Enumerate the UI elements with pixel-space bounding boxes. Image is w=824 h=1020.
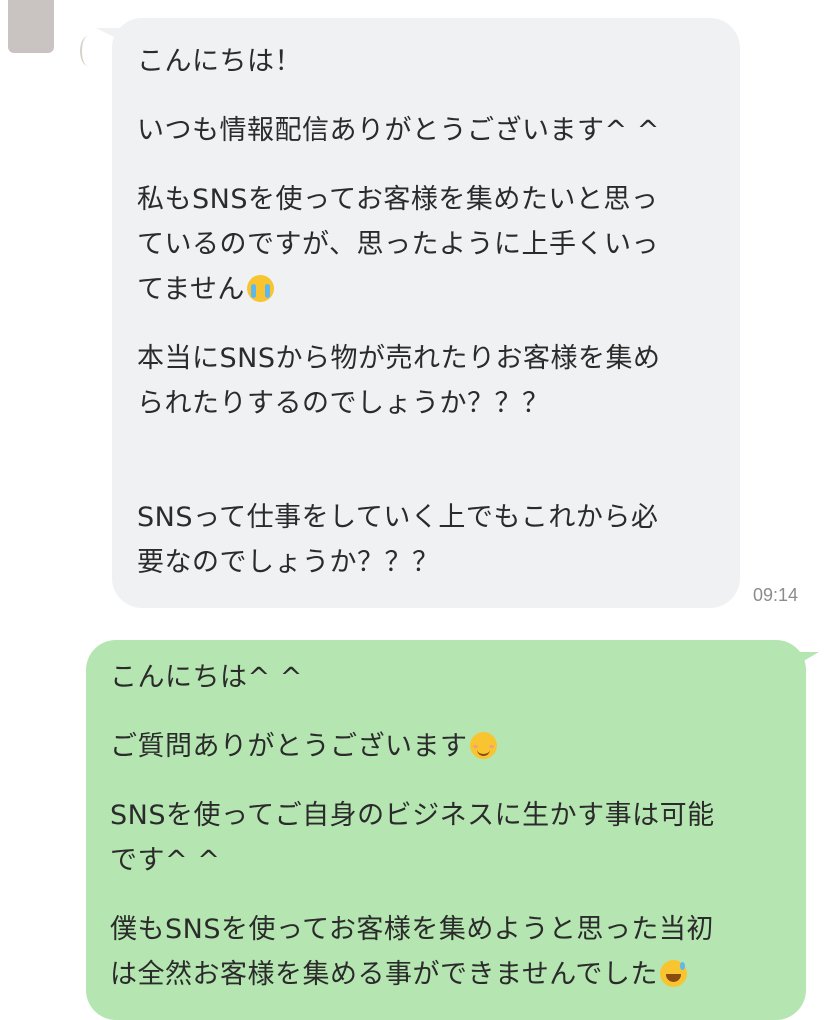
message-text: は全然お客様を集める事ができませんでした [110,959,658,990]
grinning-sweat-emoji [659,960,687,987]
message-text: ご質問ありがとうございます [110,731,468,762]
message-line: ているのですが、思ったように上手くいっ [137,229,659,260]
smiling-face-emoji [469,732,497,759]
message-line: です^ ^ [110,845,221,876]
message-line: こんにちは！ [137,46,302,77]
message-line-with-emoji: ご質問ありがとうございます [110,724,786,769]
message-line-with-emoji: てません [137,267,720,312]
message-line: られたりするのでしょうか？？？ [137,388,550,419]
loudly-crying-face-emoji [246,275,274,302]
message-line: SNSって仕事をしていく上でもこれから必 [137,502,659,533]
outgoing-message-bubble[interactable]: こんにちは^ ^ ご質問ありがとうございます SNSを使ってご自身のビジネスに生… [86,640,806,1020]
incoming-message-bubble[interactable]: こんにちは！ いつも情報配信ありがとうございます^ ^ 私もSNSを使ってお客様… [112,18,740,608]
message-line: SNSを使ってご自身のビジネスに生かす事は可能 [110,800,715,831]
message-line: 本当にSNSから物が売れたりお客様を集め [137,343,661,374]
message-line: 私もSNSを使ってお客様を集めたいと思っ [137,184,659,215]
message-line: こんにちは^ ^ [110,662,303,693]
message-line-with-emoji: は全然お客様を集める事ができませんでした [110,952,786,997]
message-line: いつも情報配信ありがとうございます^ ^ [137,115,660,146]
avatar-decoration [80,36,96,66]
message-line: 要なのでしょうか？？？ [137,547,440,578]
message-timestamp: 09:14 [753,585,799,605]
message-line: 僕もSNSを使ってお客様を集めようと思った当初 [110,914,714,945]
avatar[interactable] [8,0,54,53]
message-text: てません [137,274,245,305]
